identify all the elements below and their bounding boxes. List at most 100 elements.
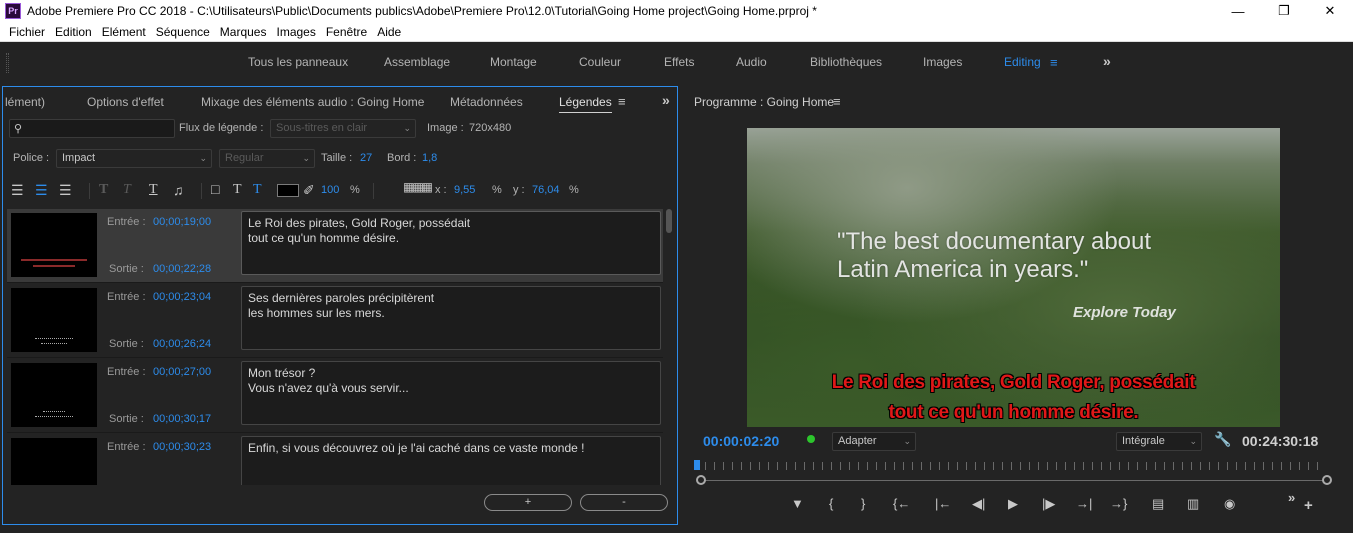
workspace-images[interactable]: Images xyxy=(923,55,962,69)
scroll-thumb[interactable] xyxy=(666,209,672,233)
caption-row[interactable]: Entrée : 00;00;23;04 Sortie : 00;00;26;2… xyxy=(7,284,663,358)
sortie-timecode[interactable]: 00;00;30;17 xyxy=(153,413,211,425)
menu-marques[interactable]: Marques xyxy=(215,25,272,39)
zoom-handle-right[interactable] xyxy=(1322,475,1332,485)
font-style-dropdown[interactable]: Regular ⌄ xyxy=(219,149,315,168)
music-note-icon[interactable]: ♫ xyxy=(173,182,184,198)
menu-edition[interactable]: Edition xyxy=(50,25,97,39)
panel-menu-icon[interactable]: ≡ xyxy=(833,94,841,109)
quality-dropdown[interactable]: Intégrale ⌄ xyxy=(1116,432,1202,451)
program-video-frame[interactable]: "The best documentary about Latin Americ… xyxy=(747,128,1280,427)
caption-text-field[interactable]: Le Roi des pirates, Gold Roger, possédai… xyxy=(241,211,661,275)
caption-text-field[interactable]: Mon trésor ? Vous n'avez qu'à vous servi… xyxy=(241,361,661,425)
workspace-couleur[interactable]: Couleur xyxy=(579,55,621,69)
workspace-montage[interactable]: Montage xyxy=(490,55,537,69)
add-button-icon[interactable]: + xyxy=(1304,497,1313,514)
entree-timecode[interactable]: 00;00;27;00 xyxy=(153,366,211,378)
zoom-handle-left[interactable] xyxy=(696,475,706,485)
grip-icon[interactable] xyxy=(6,53,9,73)
mark-in-icon[interactable]: { xyxy=(829,496,833,511)
workspace-effets[interactable]: Effets xyxy=(664,55,694,69)
taille-value[interactable]: 27 xyxy=(360,152,372,164)
lift-icon[interactable]: ▤ xyxy=(1152,496,1164,512)
minimize-icon[interactable]: — xyxy=(1215,0,1261,22)
menu-sequence[interactable]: Séquence xyxy=(151,25,215,39)
eyedropper-icon[interactable]: ✐ xyxy=(303,182,315,199)
caption-row[interactable]: Entrée : 00;00;19;00 Sortie : 00;00;22;2… xyxy=(7,209,663,283)
caption-list-scrollbar[interactable] xyxy=(665,209,673,485)
workspace-tous-les-panneaux[interactable]: Tous les panneaux xyxy=(248,55,348,69)
chevron-double-right-icon[interactable]: » xyxy=(1103,53,1111,69)
y-value[interactable]: 76,04 xyxy=(532,184,560,196)
entree-timecode[interactable]: 00;00;19;00 xyxy=(153,216,211,228)
align-left-icon[interactable]: ☰ xyxy=(11,182,24,199)
add-marker-icon[interactable]: ▼ xyxy=(791,496,804,511)
hamburger-menu-icon[interactable]: ≡ xyxy=(1050,55,1058,70)
maximize-icon[interactable]: ❐ xyxy=(1261,0,1307,22)
camera-icon[interactable]: ◉ xyxy=(1224,496,1235,512)
sortie-timecode[interactable]: 00;00;26;24 xyxy=(153,338,211,350)
tab-options-effet[interactable]: Options d'effet xyxy=(87,95,164,109)
menu-fichier[interactable]: Fichier xyxy=(4,25,50,39)
extract-icon[interactable]: ▥ xyxy=(1187,496,1199,512)
timeline-ruler[interactable] xyxy=(696,458,1326,472)
opacity-value[interactable]: 100 xyxy=(321,184,339,196)
position-grid-icon[interactable]: ▦▦▦ xyxy=(403,180,433,194)
align-center-icon[interactable]: ☰ xyxy=(35,182,48,199)
align-right-icon[interactable]: ☰ xyxy=(59,182,72,199)
playhead-icon[interactable] xyxy=(694,460,700,470)
workspace-assemblage[interactable]: Assemblage xyxy=(384,55,450,69)
step-back-to-start-icon[interactable]: |← xyxy=(935,496,951,511)
step-forward-icon[interactable]: |▶ xyxy=(1042,496,1055,512)
caption-text-field[interactable]: Enfin, si vous découvrez où je l'ai cach… xyxy=(241,436,661,485)
search-input[interactable]: ⚲ xyxy=(9,119,175,138)
color-swatch[interactable] xyxy=(277,184,299,197)
wrench-icon[interactable]: 🔧 xyxy=(1214,431,1231,448)
underline-icon[interactable]: T xyxy=(149,182,158,198)
go-to-end-icon[interactable]: →| xyxy=(1076,496,1092,511)
menu-fenetre[interactable]: Fenêtre xyxy=(321,25,372,39)
remove-caption-button[interactable]: - xyxy=(580,494,668,511)
tab-metadonnees[interactable]: Métadonnées xyxy=(450,95,523,109)
entree-timecode[interactable]: 00;00;23;04 xyxy=(153,291,211,303)
play-icon[interactable]: ▶ xyxy=(1008,496,1018,512)
mark-out-icon[interactable]: } xyxy=(861,496,865,511)
workspace-bibliotheques[interactable]: Bibliothèques xyxy=(810,55,882,69)
current-timecode[interactable]: 00:00:02:20 xyxy=(703,433,779,449)
font-dropdown[interactable]: Impact ⌄ xyxy=(56,149,212,168)
fit-dropdown[interactable]: Adapter ⌄ xyxy=(832,432,916,451)
italic-icon[interactable]: T xyxy=(123,182,131,198)
text-edge-icon[interactable]: T xyxy=(253,182,262,198)
caption-row[interactable]: Entrée : 00;00;30;23 Enfin, si vous déco… xyxy=(7,434,663,485)
sortie-timecode[interactable]: 00;00;22;28 xyxy=(153,263,211,275)
background-color-icon[interactable]: □ xyxy=(211,181,219,197)
step-back-icon[interactable]: ◀| xyxy=(972,496,985,512)
go-to-out-icon[interactable]: →} xyxy=(1110,496,1127,511)
panel-menu-icon[interactable]: ≡ xyxy=(618,94,626,109)
entree-timecode[interactable]: 00;00;30;23 xyxy=(153,441,211,453)
caption-text-field[interactable]: Ses dernières paroles précipitèrent les … xyxy=(241,286,661,350)
add-caption-button[interactable]: + xyxy=(484,494,572,511)
flux-dropdown[interactable]: Sous-titres en clair ⌄ xyxy=(270,119,416,138)
bord-value[interactable]: 1,8 xyxy=(422,152,437,164)
go-to-in-icon[interactable]: {← xyxy=(893,496,910,511)
chevron-double-right-icon[interactable]: » xyxy=(1288,490,1295,505)
x-value[interactable]: 9,55 xyxy=(454,184,475,196)
menu-element[interactable]: Elément xyxy=(97,25,151,39)
caption-row[interactable]: Entrée : 00;00;27;00 Sortie : 00;00;30;1… xyxy=(7,359,663,433)
tab-legendes[interactable]: Légendes xyxy=(559,95,612,113)
bold-icon[interactable]: T xyxy=(99,182,108,198)
chevron-double-right-icon[interactable]: » xyxy=(662,92,670,108)
panel-tabs: lément) Options d'effet Mixage des éléme… xyxy=(3,87,677,115)
workspace-editing[interactable]: Editing xyxy=(1004,55,1041,69)
workspace-audio[interactable]: Audio xyxy=(736,55,767,69)
zoom-scroll-bar[interactable] xyxy=(702,480,1326,481)
tab-element[interactable]: lément) xyxy=(5,95,45,109)
program-monitor-title[interactable]: Programme : Going Home xyxy=(694,95,834,109)
x-label: x : xyxy=(435,184,447,196)
menu-aide[interactable]: Aide xyxy=(372,25,406,39)
tab-mixage-audio[interactable]: Mixage des éléments audio : Going Home xyxy=(201,95,424,109)
close-icon[interactable]: ✕ xyxy=(1307,0,1353,22)
text-color-icon[interactable]: T xyxy=(233,182,242,198)
menu-images[interactable]: Images xyxy=(271,25,320,39)
